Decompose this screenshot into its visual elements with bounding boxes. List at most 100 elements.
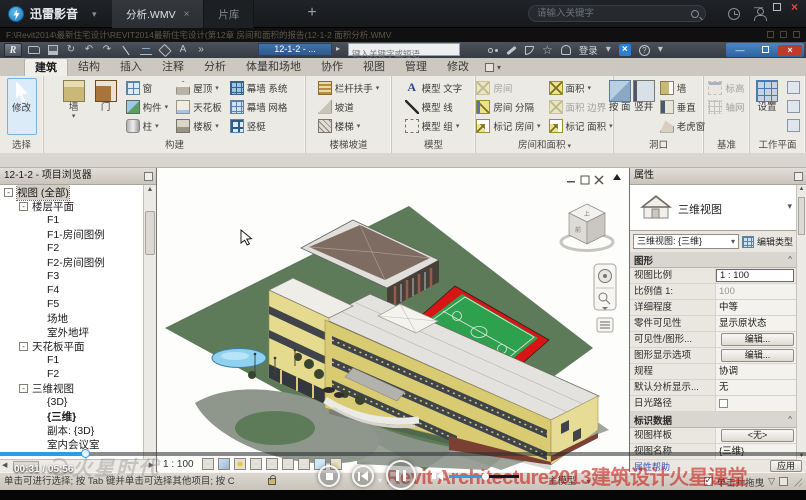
player-tab[interactable]: 分析.WMV× [112, 0, 204, 28]
tree-item[interactable]: F3 [0, 269, 143, 283]
edit-button[interactable]: 编辑... [721, 333, 794, 346]
ribbon-button-grid[interactable]: 轴网 [705, 97, 747, 116]
tree-item[interactable]: -楼层平面 [0, 199, 143, 213]
checkbox-icon[interactable] [719, 399, 728, 408]
ribbon-tab-视图[interactable]: 视图 [353, 58, 395, 76]
tree-item[interactable]: F2 [0, 241, 143, 255]
tree-expander-icon[interactable]: - [19, 202, 28, 211]
seek-bar[interactable] [0, 452, 806, 456]
help-dropdown-icon[interactable]: ▾ [658, 44, 663, 56]
search-icon[interactable] [691, 10, 699, 18]
volume-control[interactable] [432, 471, 519, 481]
search-binoculars-icon[interactable] [488, 48, 493, 53]
infocenter-search[interactable] [348, 43, 460, 56]
ribbon-button-cursor[interactable]: 修改 [7, 78, 37, 135]
tree-item[interactable]: F1-房间图例 [0, 227, 143, 241]
ribbon-button-curtain-system[interactable]: 幕墙 系统 [227, 78, 291, 97]
more-icon[interactable]: » [196, 44, 206, 56]
ribbon-tab-注释[interactable]: 注释 [152, 58, 194, 76]
open-folder-icon[interactable] [28, 46, 40, 54]
ribbon-button-stair[interactable]: 楼梯▾ [315, 116, 383, 135]
panel-options-icon[interactable] [794, 172, 803, 181]
ribbon-tab-分析[interactable]: 分析 [194, 58, 236, 76]
ribbon-button-level[interactable]: 标高 [705, 78, 747, 97]
scroll-left-icon[interactable]: ◀ [2, 460, 7, 472]
ribbon-button-ramp[interactable]: 坡道 [315, 97, 383, 116]
crop-region-icon[interactable] [298, 458, 310, 470]
navigation-bar[interactable] [594, 264, 616, 332]
property-value[interactable]: 1 : 100 [716, 269, 794, 282]
ribbon-button-shaft[interactable]: 竖井 [633, 78, 655, 135]
pause-button[interactable] [386, 460, 416, 490]
ribbon-button-workplane[interactable]: 设置 [752, 78, 782, 135]
sun-path-icon[interactable] [234, 458, 246, 470]
ribbon-button-component[interactable]: 构件▾ [123, 97, 172, 116]
ribbon-button-area[interactable]: 面积▾ [546, 78, 616, 97]
tree-expander-icon[interactable]: - [19, 342, 28, 351]
text-icon[interactable]: A [178, 44, 188, 56]
ribbon-button-railing[interactable]: 栏杆扶手▾ [315, 78, 383, 97]
ribbon-button-roof[interactable]: 屋顶▾ [173, 78, 225, 97]
edit-button[interactable]: 编辑... [721, 349, 794, 362]
property-value[interactable]: 编辑... [716, 332, 796, 347]
revit-app-button[interactable]: R [4, 43, 22, 57]
close-icon[interactable]: × [778, 45, 802, 56]
properties-title[interactable]: 属性 [630, 168, 806, 185]
menu-dropdown-icon[interactable]: ▾ [606, 44, 611, 56]
ribbon-button-model-line[interactable]: 模型 线 [402, 97, 466, 116]
ribbon-button-mullion[interactable]: 竖梃 [227, 116, 291, 135]
ribbon-tab-修改[interactable]: 修改 [437, 58, 479, 76]
tree-item[interactable]: {三维} [0, 409, 143, 423]
ribbon-button-door[interactable]: 门 [91, 78, 121, 135]
tree-vertical-scrollbar[interactable]: ▲ [143, 185, 156, 459]
tree-item[interactable]: -三维视图 [0, 381, 143, 395]
lock-icon[interactable] [268, 478, 276, 485]
viewcube[interactable]: 上 前 [561, 204, 613, 251]
document-switcher[interactable]: 12-1-2 - ... [258, 43, 332, 56]
detail-level-icon[interactable] [202, 458, 214, 470]
ribbon-button-room-sep[interactable]: 房间 分隔 [473, 97, 543, 116]
ribbon-button-dormer[interactable]: 老虎窗 [657, 116, 709, 135]
view-window-controls[interactable] [567, 174, 621, 184]
favorites-icon[interactable]: ☆ [542, 44, 553, 56]
tree-item[interactable]: F1 [0, 213, 143, 227]
measure-icon[interactable] [120, 46, 132, 55]
visual-style-icon[interactable] [218, 458, 230, 470]
show-rendering-icon[interactable] [266, 458, 278, 470]
ribbon-button-window[interactable]: 窗 [123, 78, 172, 97]
scrollbar-thumb[interactable] [798, 197, 805, 235]
drawing-viewport[interactable]: 上 前 [157, 168, 630, 472]
ribbon-button-tag-area[interactable]: 标记 面积▾ [546, 116, 616, 135]
player-search-input[interactable] [535, 7, 691, 20]
close-tab-icon[interactable]: × [184, 9, 190, 20]
crop-view-icon[interactable] [282, 458, 294, 470]
ribbon-tab-建筑[interactable]: 建筑 [24, 58, 68, 76]
player-search[interactable] [528, 5, 706, 22]
apply-button[interactable]: 应用 [770, 460, 802, 472]
ribbon-button-wall[interactable]: 墙▾ [59, 78, 89, 135]
ribbon-button-area-bound[interactable]: 面积 边界 [546, 97, 616, 116]
edit-type-icon[interactable] [742, 236, 754, 248]
tree-expander-icon[interactable]: - [19, 384, 28, 393]
panel-options-icon[interactable] [144, 172, 153, 181]
volume-track[interactable] [449, 475, 519, 478]
properties-section-header[interactable]: 图形^ [630, 252, 796, 268]
redo-icon[interactable]: ↷ [102, 44, 112, 56]
previous-button[interactable] [352, 465, 374, 487]
ribbon-button-ref-plane[interactable] [784, 116, 803, 135]
ribbon-button-model-group[interactable]: 模型 组▾ [402, 116, 466, 135]
restore-icon[interactable] [753, 45, 777, 56]
sign-in-icon[interactable] [561, 45, 571, 55]
ribbon-tab-结构[interactable]: 结构 [68, 58, 110, 76]
scroll-up-icon[interactable]: ▲ [797, 186, 806, 192]
player-tab[interactable]: 片库 [204, 0, 254, 28]
project-browser-title[interactable]: 12-1-2 - 项目浏览器 [0, 168, 156, 185]
pin-icon[interactable] [767, 31, 774, 38]
ribbon-button-floor[interactable]: 楼板▾ [173, 116, 225, 135]
tree-expander-icon[interactable]: - [4, 188, 13, 197]
view-scale[interactable]: 1 : 100 [163, 459, 194, 470]
ribbon-button-workplane-viewer[interactable] [784, 97, 803, 116]
tree-item[interactable]: 场地 [0, 311, 143, 325]
exchange-apps-icon[interactable]: × [619, 44, 631, 56]
resize-grip-icon[interactable] [792, 477, 802, 487]
